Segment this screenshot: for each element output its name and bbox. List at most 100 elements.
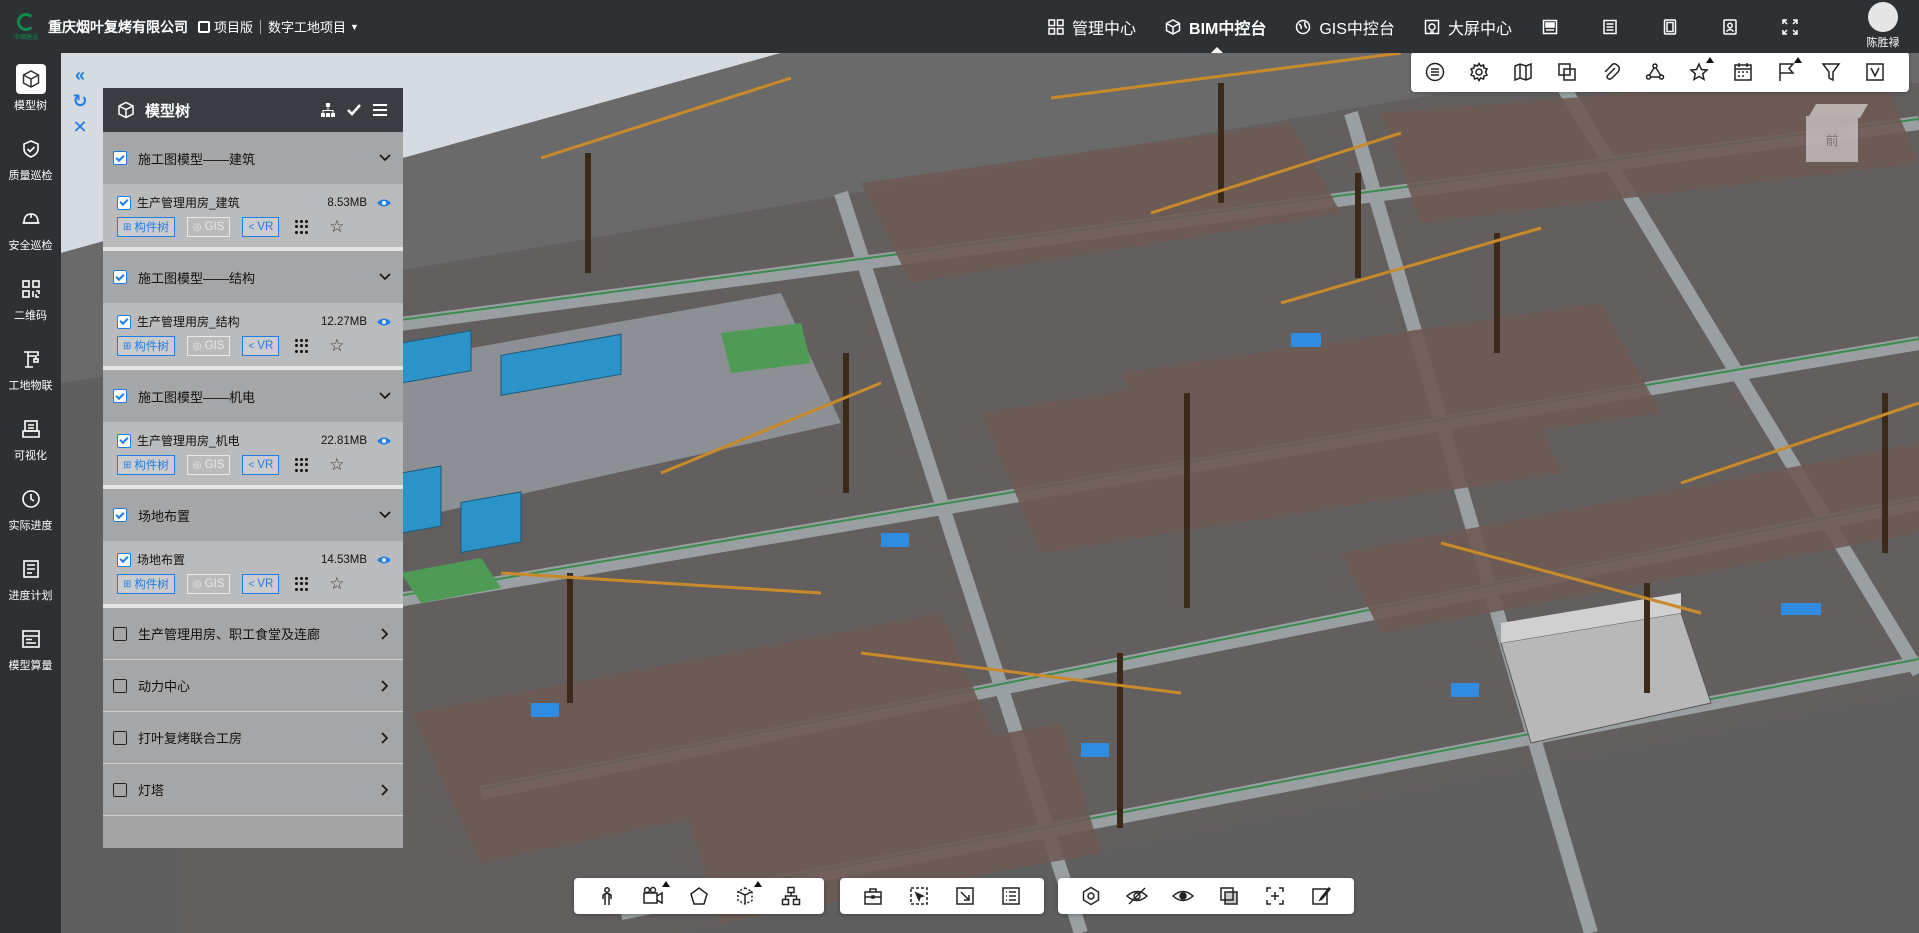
eye-icon[interactable] <box>377 317 391 327</box>
vr-button[interactable]: < VR <box>242 574 280 594</box>
chevron-right-icon[interactable] <box>377 730 393 746</box>
star-icon[interactable]: ☆ <box>329 574 344 594</box>
toolbox-icon[interactable] <box>861 884 885 908</box>
vr-button[interactable]: < VR <box>242 336 280 356</box>
select-box-icon[interactable] <box>907 884 931 908</box>
chevron-down-icon[interactable] <box>377 269 393 285</box>
group-checkbox[interactable] <box>113 389 127 403</box>
edition-label[interactable]: 项目版 <box>198 17 253 36</box>
vr-button[interactable]: < VR <box>242 455 280 475</box>
sidebar-item-safety-inspection[interactable]: 安全巡检 <box>0 193 61 263</box>
chevron-down-icon[interactable] <box>377 150 393 166</box>
group-checkbox[interactable] <box>113 270 127 284</box>
component-tree-button[interactable]: ⊞ 构件树 <box>117 574 175 594</box>
grid-dots-icon[interactable] <box>295 458 309 472</box>
list-icon[interactable] <box>1601 18 1619 36</box>
eye-icon[interactable] <box>377 436 391 446</box>
view-cube-front-face[interactable]: 前 <box>1806 116 1858 162</box>
network-icon[interactable] <box>1645 61 1666 83</box>
tablet-icon[interactable] <box>1661 18 1679 36</box>
group-header[interactable]: 施工图模型——机电 <box>103 370 403 422</box>
menu-icon[interactable] <box>371 101 389 119</box>
eye-icon[interactable] <box>377 555 391 565</box>
nav-management-center[interactable]: 管理中心 <box>1048 0 1136 53</box>
focus-icon[interactable] <box>1263 884 1287 908</box>
grid-dots-icon[interactable] <box>295 577 309 591</box>
layers-icon[interactable] <box>1557 61 1578 83</box>
check-all-icon[interactable] <box>345 101 363 119</box>
view-cube[interactable]: 前 <box>1800 100 1869 166</box>
group-header[interactable]: 施工图模型——建筑 <box>103 132 403 184</box>
sidebar-item-visualization[interactable]: 可视化 <box>0 403 61 473</box>
calendar-icon[interactable] <box>1733 61 1754 83</box>
model-checkbox[interactable] <box>117 314 131 329</box>
list-circle-icon[interactable] <box>1425 61 1446 83</box>
model-checkbox[interactable] <box>117 552 131 567</box>
vr-button[interactable]: < VR <box>242 217 280 237</box>
eye-off-icon[interactable] <box>1125 884 1149 908</box>
map-icon[interactable] <box>1513 61 1534 83</box>
monitor-icon[interactable] <box>1541 18 1559 36</box>
star-icon[interactable] <box>1689 57 1714 83</box>
user-profile[interactable]: 陈胜禄 <box>1863 2 1903 50</box>
group-checkbox[interactable] <box>113 151 127 165</box>
group-checkbox[interactable] <box>113 782 127 797</box>
component-tree-button[interactable]: ⊞ 构件树 <box>117 336 175 356</box>
model-checkbox[interactable] <box>117 433 131 448</box>
chevron-down-icon[interactable] <box>377 507 393 523</box>
fullscreen-icon[interactable] <box>1781 18 1799 36</box>
collapse-double-left-icon[interactable]: « <box>70 62 90 88</box>
nav-gis-console[interactable]: GIS中控台 <box>1295 0 1395 53</box>
sidebar-item-quality-inspection[interactable]: 质量巡检 <box>0 123 61 193</box>
sidebar-item-qrcode[interactable]: 二维码 <box>0 263 61 333</box>
component-tree-button[interactable]: ⊞ 构件树 <box>117 455 175 475</box>
gis-button[interactable]: ◎ GIS <box>186 217 231 237</box>
chevron-right-icon[interactable] <box>377 626 393 642</box>
grid-dots-icon[interactable] <box>295 339 309 353</box>
gis-button[interactable]: ◎ GIS <box>186 455 231 475</box>
cube-section-icon[interactable] <box>733 881 762 908</box>
sidebar-item-site-iot[interactable]: 工地物联 <box>0 333 61 403</box>
filter-icon[interactable] <box>1821 61 1842 83</box>
group-header[interactable]: 场地布置 <box>103 489 403 541</box>
sidebar-item-model-quantity[interactable]: 模型算量 <box>0 613 61 683</box>
project-selector[interactable]: 数字工地项目 ▼ <box>268 17 359 36</box>
flag-icon[interactable] <box>1777 57 1802 83</box>
version-v-icon[interactable] <box>1865 61 1886 83</box>
structure-tree-icon[interactable] <box>779 884 803 908</box>
property-list-icon[interactable] <box>999 884 1023 908</box>
sidebar-item-actual-progress[interactable]: 实际进度 <box>0 473 61 543</box>
zoom-window-icon[interactable] <box>953 884 977 908</box>
sidebar-item-model-tree[interactable]: 模型树 <box>0 53 61 123</box>
chevron-down-icon[interactable] <box>377 388 393 404</box>
nav-bim-console[interactable]: BIM中控台 <box>1165 0 1266 53</box>
star-icon[interactable]: ☆ <box>329 336 344 356</box>
gis-button[interactable]: ◎ GIS <box>186 574 231 594</box>
close-icon[interactable]: ✕ <box>70 114 90 140</box>
star-icon[interactable]: ☆ <box>329 455 344 475</box>
star-icon[interactable]: ☆ <box>329 217 344 237</box>
overlay-layers-icon[interactable] <box>1217 884 1241 908</box>
paperclip-icon[interactable] <box>1601 61 1622 83</box>
grid-dots-icon[interactable] <box>295 220 309 234</box>
eye-icon[interactable] <box>1171 884 1195 908</box>
group-checkbox[interactable] <box>113 730 127 745</box>
model-group-collapsed[interactable]: 动力中心 <box>103 660 403 712</box>
hierarchy-icon[interactable] <box>319 101 337 119</box>
camera-icon[interactable] <box>641 881 670 908</box>
isolate-icon[interactable] <box>1079 884 1103 908</box>
chevron-right-icon[interactable] <box>377 678 393 694</box>
contacts-icon[interactable] <box>1721 18 1739 36</box>
group-checkbox[interactable] <box>113 508 127 522</box>
eye-icon[interactable] <box>377 198 391 208</box>
edit-icon[interactable] <box>1309 884 1333 908</box>
model-checkbox[interactable] <box>117 195 131 210</box>
polygon-icon[interactable] <box>687 884 711 908</box>
chevron-right-icon[interactable] <box>377 782 393 798</box>
model-group-collapsed[interactable]: 打叶复烤联合工房 <box>103 712 403 764</box>
model-group-collapsed[interactable]: 生产管理用房、职工食堂及连廊 <box>103 608 403 660</box>
group-header[interactable]: 施工图模型——结构 <box>103 251 403 303</box>
nav-screen-center[interactable]: 大屏中心 <box>1424 0 1512 53</box>
refresh-icon[interactable]: ↻ <box>70 88 90 114</box>
group-checkbox[interactable] <box>113 626 127 641</box>
